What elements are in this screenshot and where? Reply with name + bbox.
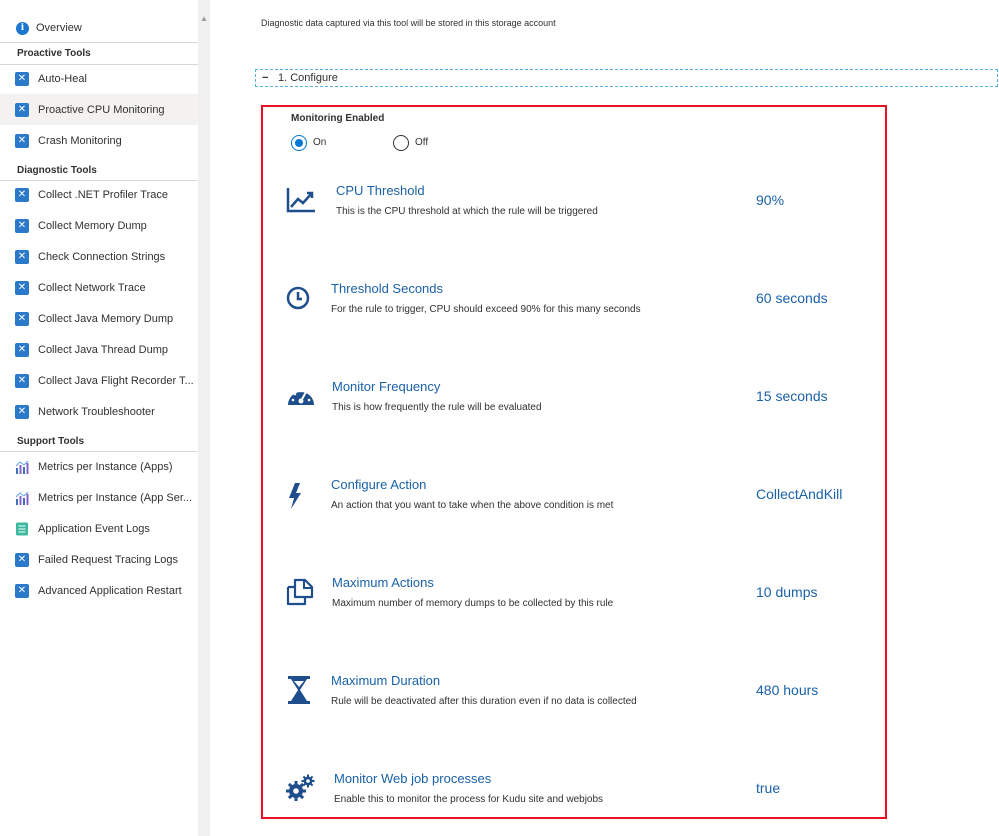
sidebar-item-collect-java-flight-recorder[interactable]: ✕ Collect Java Flight Recorder T... [0, 365, 198, 396]
event-log-icon [16, 522, 28, 535]
section-header-proactive-tools: Proactive Tools [17, 48, 91, 59]
sidebar-item-label: Failed Request Tracing Logs [38, 553, 179, 566]
monitor-webjob-value[interactable]: true [756, 780, 780, 796]
sidebar-item-label: Check Connection Strings [38, 250, 166, 263]
sidebar-item-label: Proactive CPU Monitoring [38, 103, 165, 116]
sidebar-item-label: Collect Network Trace [38, 281, 146, 294]
monitoring-on-label[interactable]: On [313, 137, 326, 148]
gears-icon [286, 774, 315, 801]
section-header-support-tools: Support Tools [17, 436, 85, 447]
sidebar-item-label: Auto-Heal [38, 72, 87, 85]
monitor-frequency-description: This is how frequently the rule will be … [332, 402, 542, 413]
tool-icon: ✕ [15, 342, 29, 357]
hourglass-icon [288, 676, 310, 704]
tool-icon: ✕ [15, 280, 29, 295]
tool-icon: ✕ [15, 133, 29, 148]
maximum-actions-title[interactable]: Maximum Actions [332, 575, 434, 590]
sidebar-item-application-event-logs[interactable]: Application Event Logs [0, 513, 198, 544]
cpu-threshold-description: This is the CPU threshold at which the r… [336, 206, 598, 217]
sidebar-item-collect-memory-dump[interactable]: ✕ Collect Memory Dump [0, 210, 198, 241]
trend-chart-icon [286, 188, 315, 213]
configure-action-description: An action that you want to take when the… [331, 500, 614, 511]
sidebar-item-label: Collect Java Thread Dump [38, 343, 169, 356]
sidebar-item-metrics-per-instance-apps[interactable]: Metrics per Instance (Apps) [0, 451, 198, 482]
sidebar-item-label: Advanced Application Restart [38, 584, 182, 597]
metrics-icon [15, 460, 29, 474]
sidebar-item-network-troubleshooter[interactable]: ✕ Network Troubleshooter [0, 396, 198, 427]
sidebar-item-auto-heal[interactable]: ✕ Auto-Heal [0, 63, 198, 94]
sidebar-item-label: Collect Java Flight Recorder T... [38, 374, 194, 387]
sidebar-item-metrics-per-instance-app-service[interactable]: Metrics per Instance (App Ser... [0, 482, 198, 513]
sidebar-item-overview[interactable]: i Overview [0, 13, 198, 43]
monitoring-off-radio[interactable] [393, 135, 409, 151]
scroll-up-arrow-icon[interactable]: ▲ [200, 14, 208, 23]
sidebar-item-label: Metrics per Instance (App Ser... [38, 491, 193, 504]
sidebar-item-collect-java-memory-dump[interactable]: ✕ Collect Java Memory Dump [0, 303, 198, 334]
maximum-duration-value[interactable]: 480 hours [756, 682, 818, 698]
monitor-frequency-value[interactable]: 15 seconds [756, 388, 828, 404]
tool-icon: ✕ [15, 249, 29, 264]
threshold-seconds-description: For the rule to trigger, CPU should exce… [331, 304, 641, 315]
configure-section-title: 1. Configure [278, 72, 338, 84]
sidebar-item-proactive-cpu-monitoring[interactable]: ✕ Proactive CPU Monitoring [0, 94, 198, 125]
sidebar-item-collect-java-thread-dump[interactable]: ✕ Collect Java Thread Dump [0, 334, 198, 365]
threshold-seconds-value[interactable]: 60 seconds [756, 290, 828, 306]
gauge-icon [288, 389, 314, 405]
sidebar-scrollbar[interactable]: ▲ [198, 0, 210, 836]
sidebar-item-advanced-application-restart[interactable]: ✕ Advanced Application Restart [0, 575, 198, 606]
sidebar-item-crash-monitoring[interactable]: ✕ Crash Monitoring [0, 125, 198, 156]
cpu-threshold-value[interactable]: 90% [756, 192, 784, 208]
tool-icon: ✕ [15, 552, 29, 567]
sidebar-item-label: Overview [36, 22, 82, 34]
monitoring-off-label[interactable]: Off [415, 137, 428, 148]
storage-description: Diagnostic data captured via this tool w… [261, 18, 556, 28]
sidebar-item-collect-net-profiler-trace[interactable]: ✕ Collect .NET Profiler Trace [0, 179, 198, 210]
sidebar-item-label: Collect .NET Profiler Trace [38, 188, 169, 201]
monitor-webjob-description: Enable this to monitor the process for K… [334, 794, 604, 805]
maximum-duration-title[interactable]: Maximum Duration [331, 673, 440, 688]
monitor-webjob-title[interactable]: Monitor Web job processes [334, 771, 491, 786]
monitor-frequency-title[interactable]: Monitor Frequency [332, 379, 440, 394]
sidebar-item-check-connection-strings[interactable]: ✕ Check Connection Strings [0, 241, 198, 272]
maximum-actions-value[interactable]: 10 dumps [756, 584, 817, 600]
tool-icon: ✕ [15, 102, 29, 117]
clock-icon [286, 286, 310, 310]
monitoring-enabled-label: Monitoring Enabled [291, 113, 385, 124]
tool-icon: ✕ [15, 187, 29, 202]
collapse-toggle-icon[interactable]: − [262, 72, 276, 84]
maximum-actions-description: Maximum number of memory dumps to be col… [332, 598, 614, 609]
sidebar-item-label: Collect Java Memory Dump [38, 312, 174, 325]
lightning-icon [289, 483, 301, 509]
tool-icon: ✕ [15, 71, 29, 86]
tool-icon: ✕ [15, 373, 29, 388]
maximum-duration-description: Rule will be deactivated after this dura… [331, 696, 637, 707]
sidebar-item-label: Crash Monitoring [38, 134, 122, 147]
configure-section-header[interactable]: − 1. Configure [255, 69, 998, 87]
sidebar-item-label: Collect Memory Dump [38, 219, 147, 232]
monitoring-on-radio[interactable] [291, 135, 307, 151]
info-icon: i [16, 21, 29, 35]
configure-action-value[interactable]: CollectAndKill [756, 486, 842, 502]
sidebar-item-label: Application Event Logs [38, 522, 150, 535]
copy-icon [286, 578, 314, 606]
tool-icon: ✕ [15, 311, 29, 326]
tool-icon: ✕ [15, 583, 29, 598]
threshold-seconds-title[interactable]: Threshold Seconds [331, 281, 443, 296]
configure-action-title[interactable]: Configure Action [331, 477, 426, 492]
metrics-icon [15, 491, 29, 505]
section-header-diagnostic-tools: Diagnostic Tools [17, 165, 97, 176]
divider [0, 42, 198, 43]
sidebar-item-label: Network Troubleshooter [38, 405, 155, 418]
tool-icon: ✕ [15, 218, 29, 233]
sidebar: i Overview Proactive Tools ✕ Auto-Heal ✕… [0, 0, 198, 836]
sidebar-item-label: Metrics per Instance (Apps) [38, 460, 173, 473]
sidebar-item-collect-network-trace[interactable]: ✕ Collect Network Trace [0, 272, 198, 303]
cpu-threshold-title[interactable]: CPU Threshold [336, 183, 425, 198]
sidebar-item-failed-request-tracing-logs[interactable]: ✕ Failed Request Tracing Logs [0, 544, 198, 575]
tool-icon: ✕ [15, 404, 29, 419]
